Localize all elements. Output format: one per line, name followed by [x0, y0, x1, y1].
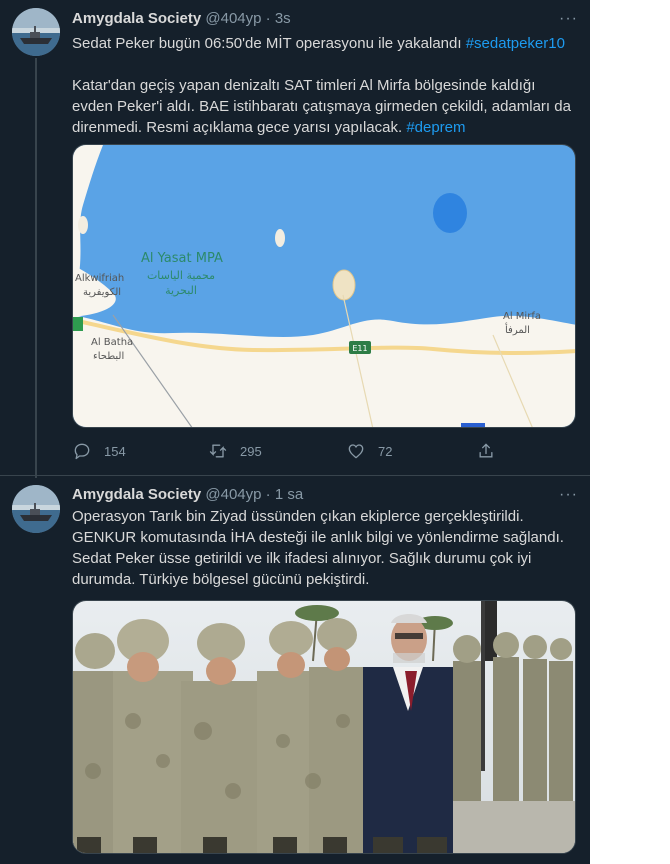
reply-count: 154 — [104, 443, 126, 459]
like-count: 72 — [378, 443, 393, 459]
map-label-mirfa-ar: المرفأ — [505, 322, 530, 336]
map-label-mpa-ar: محمية الياسات — [147, 269, 215, 282]
author-handle[interactable]: @404yp — [205, 10, 261, 27]
separator-dot: · — [265, 486, 271, 503]
map-label-mpa: Al Yasat MPA — [141, 251, 223, 266]
tweet-header: Amygdala Society @404yp · 3s ··· — [72, 9, 578, 29]
author-handle[interactable]: @404yp — [205, 486, 261, 503]
more-icon[interactable]: ··· — [559, 9, 578, 29]
thread-line — [35, 58, 37, 478]
avatar[interactable] — [12, 485, 60, 533]
like-button[interactable]: 72 — [346, 440, 392, 462]
retweet-icon — [209, 444, 227, 458]
map-label-mpa-ar-2: البحرية — [165, 284, 197, 297]
tweet-actions: 154 295 72 — [72, 440, 512, 462]
separator-dot: · — [265, 10, 271, 27]
heart-icon — [348, 444, 364, 459]
tweet-header: Amygdala Society @404yp · 1 sa ··· — [72, 485, 578, 505]
retweet-count: 295 — [240, 443, 262, 459]
map-label-mirfa: Al Mirfa — [503, 311, 541, 322]
map-label-town-ar: الكويفرية — [83, 287, 121, 298]
hashtag-link[interactable]: #deprem — [406, 119, 465, 136]
tweet-text-second: Katar'dan geçiş yapan denizaltı SAT timl… — [72, 77, 571, 136]
tweet-text: Sedat Peker bugün 06:50'de MİT operasyon… — [72, 33, 576, 54]
timestamp[interactable]: 1 sa — [275, 486, 303, 503]
map-image[interactable]: E11 Al Yasat MPA محمية الياسات البحرية A… — [72, 144, 576, 428]
tweet[interactable]: Amygdala Society @404yp · 1 sa ··· Opera… — [0, 475, 590, 864]
author-name[interactable]: Amygdala Society — [72, 10, 201, 27]
avatar[interactable] — [12, 8, 60, 56]
timestamp[interactable]: 3s — [275, 10, 291, 27]
map-label-batha: Al Batha — [91, 337, 133, 348]
map-label-town: Alkwifriah — [75, 273, 124, 284]
map-label-batha-ar: البطحاء — [93, 351, 124, 362]
tweet-text-main: Sedat Peker bugün 06:50'de MİT operasyon… — [72, 35, 462, 52]
author-name[interactable]: Amygdala Society — [72, 486, 201, 503]
hashtag-link[interactable]: #sedatpeker10 — [466, 35, 565, 52]
tweet[interactable]: Amygdala Society @404yp · 3s ··· Sedat P… — [0, 0, 590, 478]
timeline: Amygdala Society @404yp · 3s ··· Sedat P… — [0, 0, 590, 864]
tweet-text: Operasyon Tarık bin Ziyad üssünden çıkan… — [72, 508, 564, 588]
tweet-text-paragraph: Katar'dan geçiş yapan denizaltı SAT timl… — [72, 75, 576, 138]
share-icon — [479, 443, 493, 458]
reply-icon — [74, 443, 90, 460]
reply-button[interactable]: 154 — [72, 440, 126, 462]
more-icon[interactable]: ··· — [559, 485, 578, 505]
photo-image[interactable] — [72, 600, 576, 854]
retweet-button[interactable]: 295 — [208, 440, 262, 462]
share-button[interactable] — [476, 440, 496, 462]
road-shield-label: E11 — [352, 344, 367, 353]
